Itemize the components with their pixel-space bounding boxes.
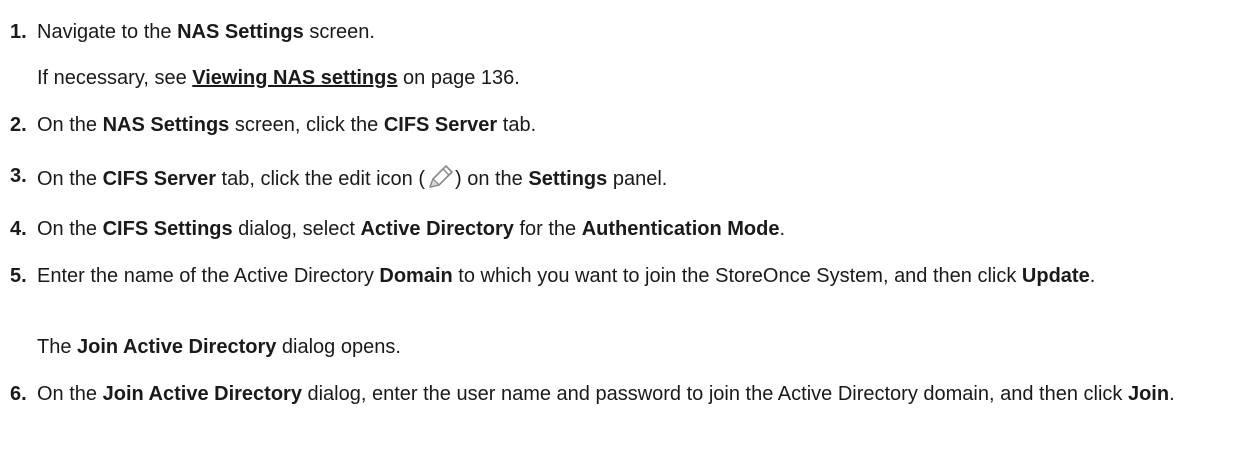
step-1-note: If necessary, see Viewing NAS settings o… — [37, 67, 520, 89]
step-number: 4. — [10, 218, 27, 240]
step-3: 3. On the CIFS Server tab, click the edi… — [10, 163, 1240, 192]
step-text: On the Join Active Directory dialog, ent… — [37, 383, 1175, 405]
step-text: On the CIFS Settings dialog, select Acti… — [37, 218, 786, 240]
step-5-note: The Join Active Directory dialog opens. — [37, 336, 401, 358]
step-number: 6. — [10, 383, 27, 405]
viewing-nas-settings-link[interactable]: Viewing NAS settings — [192, 67, 397, 89]
step-number: 1. — [10, 21, 27, 43]
pencil-icon — [425, 163, 455, 191]
step-4: 4. On the CIFS Settings dialog, select A… — [10, 216, 1240, 242]
step-2: 2. On the NAS Settings screen, click the… — [10, 112, 1240, 138]
step-5: 5. Enter the name of the Active Director… — [10, 263, 1240, 289]
step-6: 6. On the Join Active Directory dialog, … — [10, 381, 1240, 407]
step-text: Navigate to the NAS Settings screen. — [37, 21, 375, 43]
step-number: 2. — [10, 114, 27, 136]
step-text: Enter the name of the Active Directory D… — [37, 265, 1096, 287]
step-text: On the NAS Settings screen, click the CI… — [37, 114, 537, 136]
step-text: On the CIFS Server tab, click the edit i… — [37, 163, 1240, 192]
step-1: 1. Navigate to the NAS Settings screen. — [10, 19, 1240, 45]
step-number: 3. — [10, 165, 27, 187]
step-number: 5. — [10, 265, 27, 287]
